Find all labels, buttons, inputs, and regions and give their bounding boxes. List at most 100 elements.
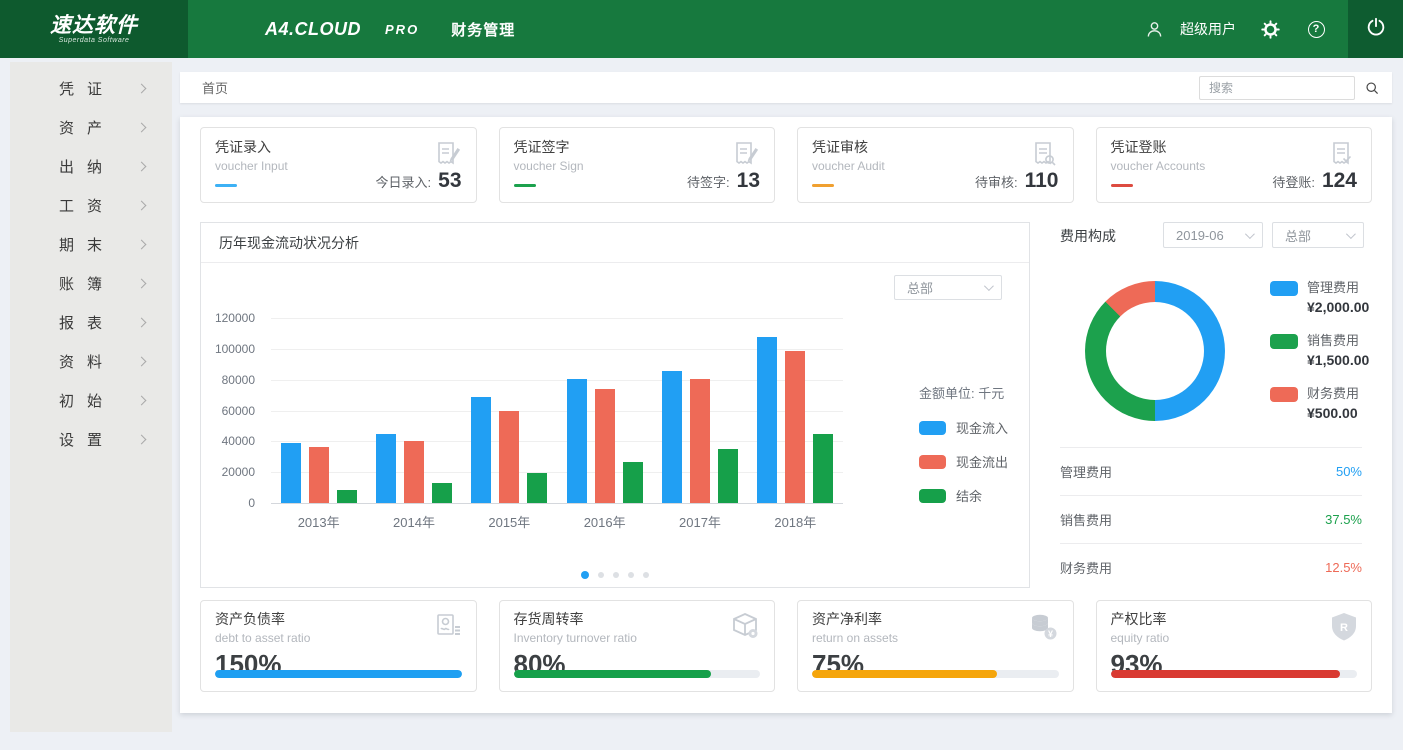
bar-group: [748, 318, 843, 503]
product-title: A4.CLOUD PRO 财务管理: [265, 0, 515, 58]
sidebar-item[interactable]: 设置: [10, 420, 172, 459]
kpi-card: 资产负债率 debt to asset ratio 150%: [200, 600, 477, 692]
sidebar-nav: 凭证 资产 出纳 工资 期末 账簿: [10, 62, 172, 732]
voucher-stat-label: 待登账:: [1272, 172, 1315, 191]
voucher-card[interactable]: 凭证录入 voucher Input 今日录入: 53: [200, 127, 477, 203]
bar-group: [271, 318, 366, 503]
voucher-card[interactable]: 凭证审核 voucher Audit 待审核: 110: [797, 127, 1074, 203]
voucher-card[interactable]: 凭证签字 voucher Sign 待签字: 13: [499, 127, 776, 203]
bar-现金流入: [757, 337, 777, 504]
help-icon[interactable]: ?: [1304, 17, 1328, 41]
kpi-progress-track: [1111, 670, 1358, 678]
sidebar-item[interactable]: 出纳: [10, 147, 172, 186]
donut-legend: 管理费用 ¥2,000.00 销售费用 ¥1,500.00: [1270, 280, 1369, 439]
expense-rows: 管理费用 50% 销售费用 37.5% 财务费用 12.5%: [1060, 447, 1362, 591]
gear-icon[interactable]: [1258, 17, 1282, 41]
voucher-card-title: 凭证审核: [812, 137, 1059, 157]
legend-swatch: [919, 455, 946, 469]
app-logo[interactable]: 速达软件 Superdata Software: [0, 0, 188, 58]
expense-org-dropdown[interactable]: 总部: [1272, 222, 1364, 248]
sidebar-item[interactable]: 资料: [10, 342, 172, 381]
expense-donut-chart: [1085, 281, 1225, 421]
sidebar-item[interactable]: 工资: [10, 186, 172, 225]
voucher-card-title: 凭证录入: [215, 137, 462, 157]
x-axis-labels: 2013年2014年2015年2016年2017年2018年: [271, 512, 843, 531]
kpi-title: 产权比率: [1111, 609, 1358, 629]
app-header: 速达软件 Superdata Software A4.CLOUD PRO 财务管…: [0, 0, 1403, 58]
search-icon[interactable]: [1364, 80, 1380, 96]
sidebar-item-label: 凭证: [59, 78, 115, 99]
chevron-right-icon: [137, 201, 147, 211]
sidebar-item[interactable]: 初始: [10, 381, 172, 420]
search-input[interactable]: [1200, 81, 1364, 95]
expense-month-dropdown[interactable]: 2019-06: [1163, 222, 1263, 248]
legend-item: 结余: [919, 486, 1008, 505]
chart-org-value: 总部: [907, 278, 933, 297]
voucher-card-title: 凭证签字: [514, 137, 761, 157]
user-menu[interactable]: 超级用户: [1142, 17, 1236, 41]
logout-button[interactable]: [1348, 0, 1403, 58]
breadcrumb-home[interactable]: 首页: [202, 78, 228, 97]
kpi-subtitle: equity ratio: [1111, 631, 1358, 645]
sidebar-item-label: 资产: [59, 117, 115, 138]
svg-text:¥: ¥: [1047, 629, 1052, 639]
kpi-subtitle: debt to asset ratio: [215, 631, 462, 645]
chevron-right-icon: [137, 279, 147, 289]
sidebar-item[interactable]: 账簿: [10, 264, 172, 303]
sidebar-item-label: 报表: [59, 312, 115, 333]
expense-row-label: 管理费用: [1060, 462, 1112, 481]
kpi-card: 存货周转率 Inventory turnover ratio 80%: [499, 600, 776, 692]
sidebar-item[interactable]: 资产: [10, 108, 172, 147]
y-axis-labels: 020000400006000080000100000120000: [201, 318, 259, 504]
pagination-dot[interactable]: [628, 572, 634, 578]
breadcrumb-bar: 首页: [180, 72, 1392, 103]
voucher-stat-value: 53: [438, 169, 461, 193]
chevron-right-icon: [137, 84, 147, 94]
donut-legend-item: 管理费用 ¥2,000.00: [1270, 280, 1369, 315]
pagination-dot[interactable]: [613, 572, 619, 578]
accent-dash: [812, 184, 834, 187]
chevron-right-icon: [137, 357, 147, 367]
bar-group: [652, 318, 747, 503]
legend-amount: ¥1,500.00: [1307, 352, 1369, 368]
legend-swatch: [1270, 334, 1298, 349]
chevron-right-icon: [137, 162, 147, 172]
pagination-dot[interactable]: [643, 572, 649, 578]
pagination-dot[interactable]: [581, 571, 589, 579]
donut-legend-item: 销售费用 ¥1,500.00: [1270, 333, 1369, 368]
voucher-card[interactable]: 凭证登账 voucher Accounts 待登账: 124: [1096, 127, 1373, 203]
bar-现金流入: [567, 379, 587, 503]
expense-row-percent: 37.5%: [1325, 512, 1362, 527]
sidebar-item-label: 出纳: [59, 156, 115, 177]
user-icon: [1142, 17, 1166, 41]
kpi-progress-track: [514, 670, 761, 678]
bar-结余: [623, 462, 643, 503]
logo-title: 速达软件: [50, 15, 138, 37]
logo-subtitle: Superdata Software: [59, 37, 130, 44]
expense-title: 费用构成: [1060, 226, 1116, 246]
expense-row-label: 销售费用: [1060, 510, 1112, 529]
pagination-dot[interactable]: [598, 572, 604, 578]
sidebar-item-label: 工资: [59, 195, 115, 216]
kpi-progress-fill: [1111, 670, 1340, 678]
legend-swatch: [1270, 281, 1298, 296]
sidebar-item[interactable]: 报表: [10, 303, 172, 342]
sidebar-item-label: 初始: [59, 390, 115, 411]
bar-现金流入: [281, 443, 301, 503]
expense-row: 销售费用 37.5%: [1060, 495, 1362, 543]
chevron-right-icon: [137, 318, 147, 328]
sidebar-item[interactable]: 期末: [10, 225, 172, 264]
header-actions: 超级用户 ?: [1142, 0, 1328, 58]
legend-name: 结余: [956, 486, 982, 505]
bar-group: [462, 318, 557, 503]
kpi-progress-fill: [514, 670, 711, 678]
bar-现金流出: [499, 411, 519, 504]
bar-现金流出: [404, 441, 424, 503]
chart-org-dropdown[interactable]: 总部: [894, 275, 1002, 300]
legend-label: 管理费用: [1307, 280, 1369, 296]
legend-name: 现金流出: [956, 452, 1008, 471]
sidebar-item[interactable]: 凭证: [10, 69, 172, 108]
chevron-down-icon: [984, 281, 994, 291]
chevron-right-icon: [137, 396, 147, 406]
bar-现金流入: [662, 371, 682, 503]
